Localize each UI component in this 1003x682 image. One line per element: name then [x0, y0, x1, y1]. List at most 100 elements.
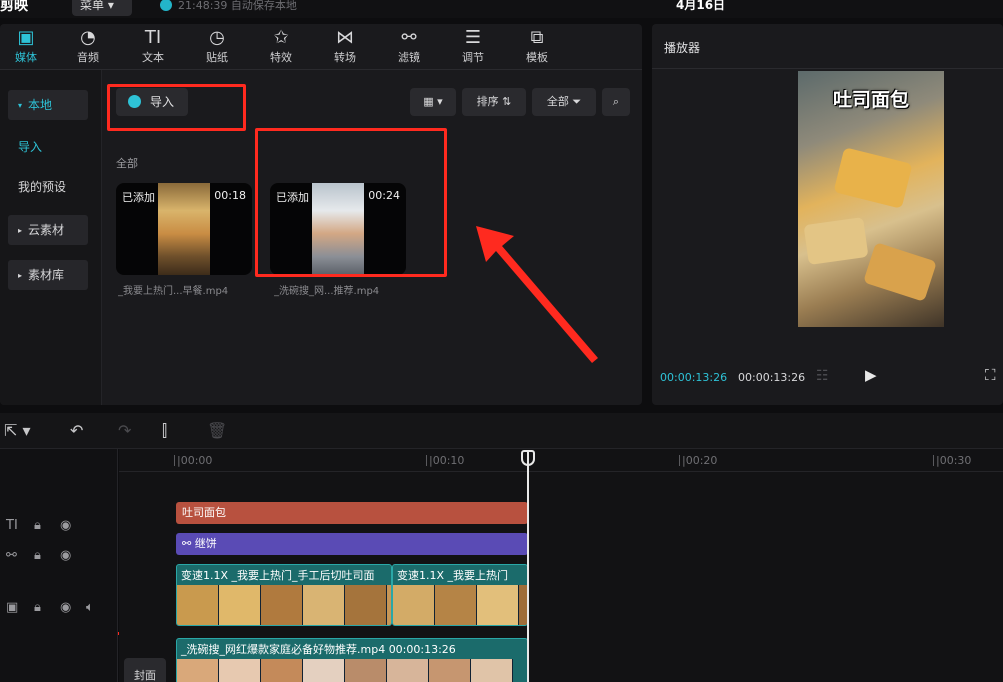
- annotation-box-media-item: [255, 128, 447, 277]
- current-time: 00:00:13:26: [660, 371, 728, 384]
- track-header-effect: ⚯ 🔒︎ ◉: [0, 543, 118, 571]
- expand-icon: ▾: [18, 101, 23, 110]
- track-header-video: ▣ 🔒︎ ◉ 🔈︎: [0, 595, 118, 623]
- tab-media[interactable]: ▣ 媒体: [0, 27, 58, 69]
- eye-icon[interactable]: ◉: [60, 518, 71, 533]
- nav-local[interactable]: ▾ 本地: [8, 90, 88, 120]
- lock-icon[interactable]: 🔒︎: [34, 600, 41, 615]
- media-thumbnail: [158, 183, 210, 275]
- media-duration: 00:18: [214, 189, 246, 202]
- effect-clip[interactable]: ⚯ 继饼: [176, 533, 528, 555]
- video-clip[interactable]: 变速1.1X _我要上热门: [392, 564, 528, 626]
- media-filename: _洗碗搜_网...推荐.mp4: [274, 286, 380, 297]
- select-cursor-icon[interactable]: ⇱ ▾: [4, 421, 31, 440]
- eye-icon[interactable]: ◉: [60, 600, 71, 615]
- tab-sticker[interactable]: ◷ 贴纸: [185, 27, 249, 69]
- video-clip-label: 变速1.1X _我要上热门_手工后切吐司面: [181, 569, 375, 582]
- tab-template[interactable]: ⧉ 模板: [505, 27, 569, 69]
- timeline-area[interactable]: |00:00 |00:10 |00:20 |00:30 吐司面包 ⚯ 继饼 变速…: [119, 449, 1003, 682]
- tab-audio[interactable]: ◔ 音频: [56, 27, 120, 69]
- nav-cloud[interactable]: ▸ 云素材: [8, 215, 88, 245]
- tab-effects[interactable]: ✩ 特效: [249, 27, 313, 69]
- nav-library[interactable]: ▸ 素材库: [8, 260, 88, 290]
- nav-my-presets[interactable]: 我的预设: [8, 172, 88, 202]
- video-clip-label: 变速1.1X _我要上热门: [397, 569, 509, 582]
- ruler-tick: |00:00: [173, 454, 213, 467]
- tab-adjust[interactable]: ☰ 调节: [441, 27, 505, 69]
- video-preview[interactable]: 吐司面包: [798, 71, 944, 327]
- eye-icon[interactable]: ◉: [60, 548, 71, 563]
- delete-icon[interactable]: 🗑: [207, 421, 227, 440]
- playhead[interactable]: [527, 452, 529, 682]
- cover-button[interactable]: 封面: [124, 658, 166, 682]
- project-date: 4月16日: [676, 0, 726, 12]
- annotation-box-import: [107, 84, 246, 131]
- side-nav: ▾ 本地 导入 我的预设 ▸ 云素材 ▸ 素材库: [0, 70, 102, 405]
- save-status-text: 21:48:39 自动保存本地: [178, 0, 297, 12]
- clip-frames: [177, 659, 513, 682]
- adjust-icon: ☰: [464, 27, 482, 48]
- menu-button[interactable]: 菜单 ▾: [72, 0, 132, 16]
- undo-icon[interactable]: ↶: [70, 421, 83, 440]
- fullscreen-icon[interactable]: ⛶: [985, 366, 996, 384]
- track-header-text: TI 🔒︎ ◉: [0, 513, 118, 541]
- tab-text[interactable]: TI 文本: [121, 27, 185, 69]
- nav-import[interactable]: 导入: [8, 132, 88, 162]
- filter-funnel-icon: ⏷: [572, 95, 582, 108]
- sticker-icon: ◷: [209, 27, 225, 48]
- tab-transition[interactable]: ⋈ 转场: [313, 27, 377, 69]
- lock-icon[interactable]: 🔒︎: [34, 548, 41, 563]
- video-track-icon: ▣: [6, 600, 19, 615]
- split-icon[interactable]: ⫿: [162, 421, 167, 441]
- sort-icon: ⇅: [502, 95, 512, 108]
- grid-icon: ▦: [423, 95, 434, 108]
- template-icon: ⧉: [530, 27, 544, 48]
- effect-clip-icon: ⚯: [182, 537, 195, 550]
- media-item[interactable]: 已添加 00:18: [116, 183, 252, 275]
- mute-icon[interactable]: 🔈︎: [86, 600, 94, 615]
- search-icon: ⌕: [612, 95, 620, 108]
- text-clip[interactable]: 吐司面包: [176, 502, 528, 524]
- toast-slice: [803, 217, 869, 265]
- top-bar: 剪映 菜单 ▾ 21:48:39 自动保存本地 4月16日: [0, 0, 1003, 18]
- text-icon: TI: [144, 27, 162, 48]
- annotation-arrow-up: [476, 226, 598, 363]
- timeline-toolbar: ⇱ ▾ ↶ ↷ ⫿ 🗑: [0, 413, 1003, 449]
- redo-icon[interactable]: ↷: [118, 421, 131, 440]
- waveform-icon[interactable]: ☷: [816, 368, 829, 384]
- filter-button[interactable]: 全部 ⏷: [532, 88, 596, 116]
- filter-icon: ⚯: [401, 27, 417, 48]
- clip-frames: [393, 585, 527, 625]
- tab-filter[interactable]: ⚯ 滤镜: [377, 27, 441, 69]
- app-title: 剪映: [0, 0, 28, 14]
- ruler-tick: |00:20: [678, 454, 718, 467]
- lock-icon[interactable]: 🔒︎: [34, 518, 41, 533]
- section-label: 全部: [116, 157, 138, 170]
- track-headers: TI 🔒︎ ◉ ⚯ 🔒︎ ◉ ▣ 🔒︎ ◉ 🔈︎: [0, 449, 118, 682]
- player-title: 播放器: [664, 41, 701, 55]
- ruler-tick: |00:10: [425, 454, 465, 467]
- view-toggle-button[interactable]: ▦ ▾: [410, 88, 456, 116]
- ruler-tick: |00:30: [932, 454, 972, 467]
- video-caption: 吐司面包: [832, 89, 909, 111]
- video-clip-main[interactable]: _洗碗搜_网红爆款家庭必备好物推荐.mp4 00:00:13:26: [176, 638, 528, 682]
- media-icon: ▣: [17, 27, 35, 48]
- search-button[interactable]: ⌕: [602, 88, 630, 116]
- play-icon[interactable]: ▶: [865, 366, 877, 384]
- divider: [652, 68, 1003, 69]
- video-clip[interactable]: 变速1.1X _我要上热门_手工后切吐司面: [176, 564, 392, 626]
- media-filename: _我要上热门...早餐.mp4: [118, 286, 229, 297]
- total-time: 00:00:13:26: [738, 371, 806, 384]
- text-track-icon: TI: [6, 518, 18, 533]
- save-status-icon: [160, 0, 172, 11]
- expand-icon: ▸: [18, 271, 23, 280]
- player-panel: 播放器 吐司面包 00:00:13:26 00:00:13:26 ☷ ▶ ⛶: [652, 24, 1003, 405]
- tab-bar: ▣ 媒体 ◔ 音频 TI 文本 ◷ 贴纸 ✩ 特效 ⋈ 转场 ⚯ 滤镜 ☰ 调节 ⧉ 模板: [0, 24, 642, 70]
- transition-icon: ⋈: [336, 27, 354, 48]
- audio-icon: ◔: [80, 27, 96, 48]
- save-status: 21:48:39 自动保存本地: [160, 0, 297, 13]
- ruler-line: [119, 471, 1003, 472]
- menu-label: 菜单: [80, 0, 105, 12]
- sort-button[interactable]: 排序 ⇅: [462, 88, 526, 116]
- effects-icon: ✩: [273, 27, 289, 48]
